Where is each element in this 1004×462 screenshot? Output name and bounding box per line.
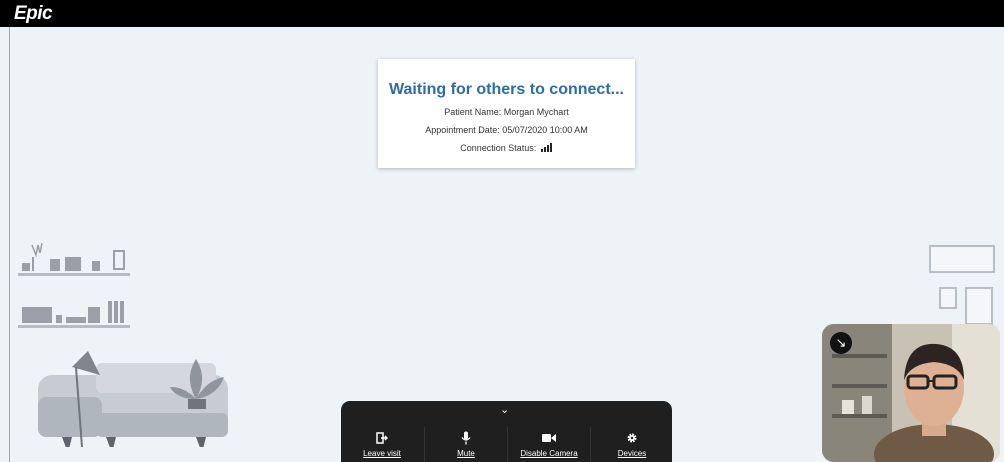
- room-illustration-left: [18, 242, 228, 447]
- self-view-video[interactable]: ↘: [822, 324, 1000, 462]
- connection-status-row: Connection Status:: [378, 143, 635, 153]
- minimize-arrow-icon[interactable]: ↘: [830, 332, 852, 354]
- waiting-card: Waiting for others to connect... Patient…: [378, 59, 635, 168]
- appointment-date: Appointment Date: 05/07/2020 10:00 AM: [425, 125, 588, 135]
- connection-status-label: Connection Status:: [460, 143, 537, 153]
- leave-visit-label: Leave visit: [363, 449, 401, 458]
- leave-visit-button[interactable]: Leave visit: [341, 427, 423, 462]
- waiting-title: Waiting for others to connect...: [389, 81, 624, 98]
- camera-icon: [542, 434, 556, 442]
- gear-icon: [627, 433, 637, 443]
- leave-icon: [376, 432, 388, 444]
- mute-label: Mute: [457, 449, 475, 458]
- chevron-down-icon[interactable]: ⌄: [500, 403, 509, 416]
- epic-logo: Epic: [14, 3, 53, 24]
- devices-button[interactable]: Devices: [590, 427, 673, 462]
- microphone-icon: [461, 431, 471, 445]
- mute-button[interactable]: Mute: [424, 427, 507, 462]
- disable-camera-label: Disable Camera: [520, 449, 578, 458]
- disable-camera-button[interactable]: Disable Camera: [507, 427, 590, 462]
- top-bar: Epic: [0, 0, 1004, 27]
- devices-label: Devices: [617, 449, 647, 458]
- signal-strength-icon: [540, 143, 552, 152]
- patient-name: Patient Name: Morgan Mychart: [444, 107, 569, 117]
- call-controls: ⌄ Leave visit Mute Disable Camera Device…: [341, 401, 672, 462]
